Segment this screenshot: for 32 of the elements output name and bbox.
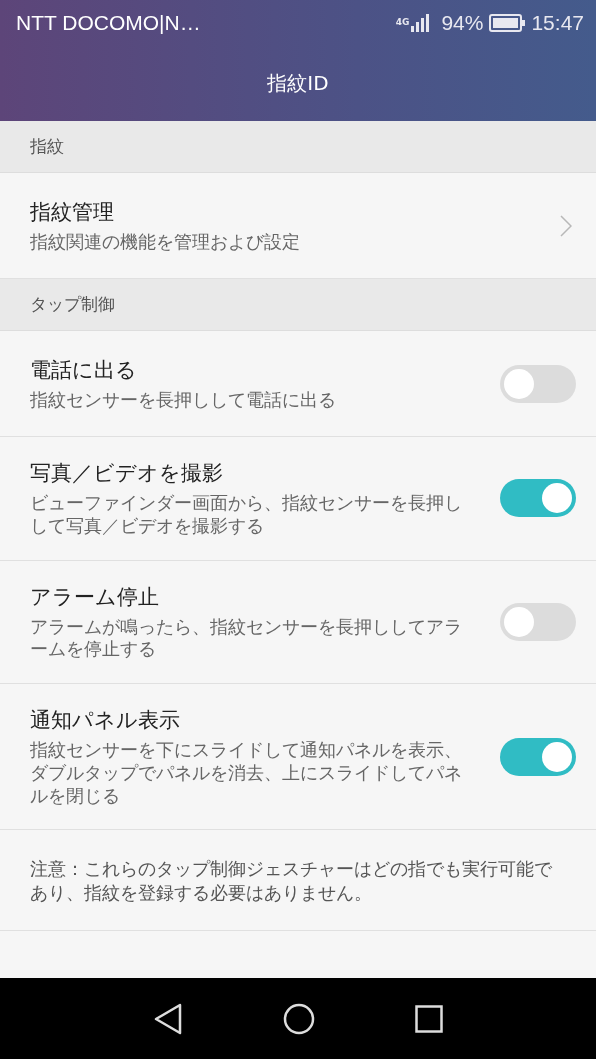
- toggle-switch[interactable]: [500, 737, 576, 776]
- setting-description: ビューファインダー画面から、指紋センサーを長押しして写真／ビデオを撮影する: [30, 492, 463, 538]
- carrier-name: NTT DOCOMO|N…: [16, 10, 201, 35]
- toggle-switch[interactable]: [500, 602, 576, 641]
- screen-title: 指紋ID: [267, 69, 329, 97]
- battery-icon: [489, 13, 526, 32]
- setting-description: 指紋関連の機能を管理および設定: [30, 230, 301, 254]
- setting-description: 指紋センサーを長押しして電話に出る: [30, 388, 337, 412]
- settings-row[interactable]: 電話に出る 指紋センサーを長押しして電話に出る: [0, 331, 596, 437]
- toggle-switch[interactable]: [500, 479, 576, 518]
- section-header: 指紋: [0, 121, 596, 173]
- signal-icon: [411, 13, 432, 32]
- setting-title: 通知パネル表示: [30, 707, 181, 734]
- setting-title: アラーム停止: [30, 583, 160, 611]
- setting-title: 写真／ビデオを撮影: [30, 460, 224, 487]
- toggle-switch[interactable]: [500, 364, 576, 403]
- back-icon[interactable]: [153, 1002, 183, 1035]
- note-text: 注意：これらのタップ制御ジェスチャーはどの指でも実行可能であり、指紋を登録する必要はありません。: [0, 830, 596, 931]
- settings-row[interactable]: 写真／ビデオを撮影 ビューファインダー画面から、指紋センサーを長押しして写真／ビデオを撮影する: [0, 437, 596, 561]
- setting-description: 指紋センサーを下にスライドして通知パネルを表示、ダブルタップでパネルを消去、上にスライドしてパネルを閉じる: [30, 739, 463, 808]
- battery-level: 94%: [441, 10, 484, 35]
- setting-description: アラームが鳴ったら、指紋センサーを長押ししてアラームを停止する: [30, 615, 463, 661]
- settings-row[interactable]: アラーム停止 アラームが鳴ったら、指紋センサーを長押ししてアラームを停止する: [0, 560, 596, 684]
- setting-title: 指紋管理: [30, 198, 115, 226]
- recents-icon[interactable]: [415, 1004, 443, 1033]
- clock-time: 15:47: [531, 10, 584, 35]
- network-type: 4G: [395, 16, 410, 27]
- settings-row[interactable]: 通知パネル表示 指紋センサーを下にスライドして通知パネルを表示、ダブルタップでパネルを消去、上にスライドしてパネルを閉じる: [0, 684, 596, 831]
- setting-title: 電話に出る: [30, 356, 138, 384]
- section-header: タップ制御: [0, 279, 596, 331]
- home-icon[interactable]: [283, 1002, 315, 1035]
- chevron-icon: [560, 214, 572, 237]
